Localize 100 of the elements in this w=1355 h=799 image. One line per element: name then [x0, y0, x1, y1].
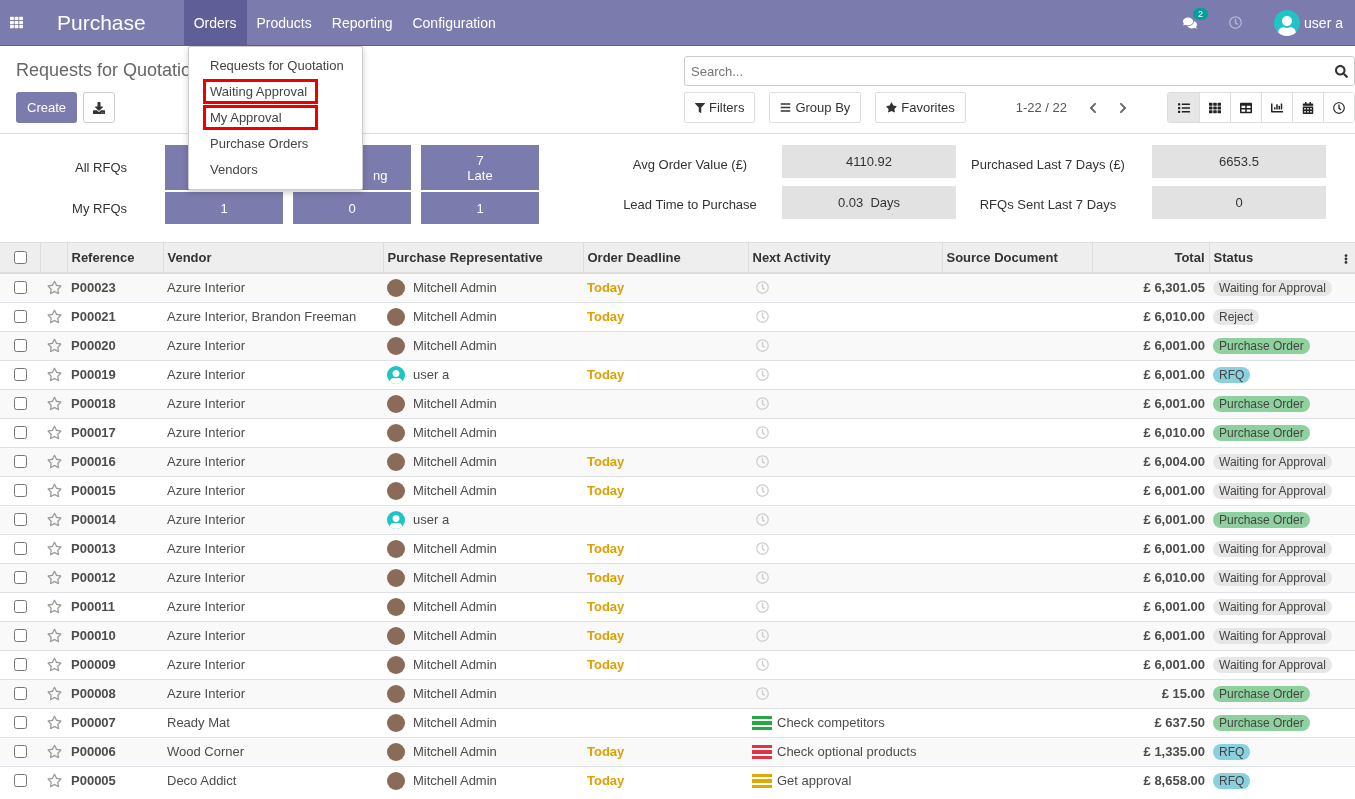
chat-icon[interactable]	[1183, 15, 1198, 30]
filters-button[interactable]: Filters	[684, 92, 756, 123]
clock-icon[interactable]	[756, 600, 769, 613]
row-checkbox[interactable]	[14, 745, 27, 758]
row-checkbox[interactable]	[14, 513, 27, 526]
star-icon[interactable]	[47, 686, 62, 701]
column-header[interactable]: Order Deadline	[583, 243, 748, 273]
clock-icon[interactable]	[756, 397, 769, 410]
row-checkbox[interactable]	[14, 571, 27, 584]
column-header[interactable]: Status	[1209, 243, 1355, 273]
dropdown-menu-item[interactable]: Waiting Approval	[203, 79, 318, 104]
stat-value: 4110.92	[782, 145, 956, 178]
dropdown-menu-item[interactable]: Vendors	[203, 157, 348, 182]
clock-icon[interactable]	[756, 542, 769, 555]
star-icon[interactable]	[47, 309, 62, 324]
row-checkbox[interactable]	[14, 716, 27, 729]
clock-icon[interactable]	[756, 658, 769, 671]
vendor-text: Ready Mat	[167, 715, 230, 730]
dropdown-menu-item[interactable]: My Approval	[203, 105, 318, 130]
row-checkbox[interactable]	[14, 629, 27, 642]
star-icon[interactable]	[47, 425, 62, 440]
rfq-count-tile[interactable]: 7 Late	[421, 145, 539, 190]
activity-text[interactable]: Get approval	[777, 773, 852, 789]
list-view-button[interactable]	[1168, 93, 1199, 122]
clock-icon[interactable]	[756, 629, 769, 642]
row-checkbox[interactable]	[14, 687, 27, 700]
tile-count: 7	[476, 152, 484, 168]
total-text: £ 6,001.00	[1143, 367, 1205, 382]
group-by-button[interactable]: Group By	[769, 92, 862, 123]
activity-text[interactable]: Check competitors	[777, 715, 885, 730]
nav-menu-item[interactable]: Products	[246, 0, 322, 45]
star-icon[interactable]	[47, 483, 62, 498]
clock-icon[interactable]	[756, 426, 769, 439]
nav-menu-item[interactable]: Reporting	[321, 0, 403, 45]
star-icon[interactable]	[47, 599, 62, 614]
activity-text[interactable]: Check optional products	[777, 744, 917, 759]
download-button[interactable]	[83, 92, 116, 123]
star-icon[interactable]	[47, 367, 62, 382]
representative-text: Mitchell Admin	[413, 715, 497, 730]
activity-view-button[interactable]	[1323, 93, 1354, 122]
nav-menu-item[interactable]: Orders	[183, 0, 247, 45]
clock-icon[interactable]	[756, 571, 769, 584]
clock-icon[interactable]	[756, 368, 769, 381]
column-header[interactable]: Vendor	[163, 243, 383, 273]
row-label: All RFQs	[74, 159, 128, 177]
row-checkbox[interactable]	[14, 542, 27, 555]
row-checkbox[interactable]	[14, 368, 27, 381]
user-avatar-icon[interactable]	[1274, 9, 1301, 36]
star-icon[interactable]	[47, 628, 62, 643]
rfq-count-tile[interactable]: 1	[421, 192, 539, 224]
row-checkbox[interactable]	[14, 426, 27, 439]
reference-text: P00013	[71, 541, 116, 556]
vendor-text: Azure Interior	[167, 483, 246, 498]
select-all-checkbox[interactable]	[14, 251, 27, 264]
rfq-count-tile[interactable]: 1	[165, 192, 283, 224]
clock-icon[interactable]	[756, 455, 769, 468]
row-checkbox[interactable]	[14, 455, 27, 468]
nav-menu-item[interactable]: Configuration	[402, 0, 506, 45]
user-name[interactable]: user a	[1304, 14, 1343, 31]
search-icon[interactable]	[1335, 65, 1348, 78]
row-checkbox[interactable]	[14, 397, 27, 410]
clock-icon[interactable]	[756, 310, 769, 323]
star-icon[interactable]	[47, 657, 62, 672]
row-checkbox[interactable]	[14, 281, 27, 295]
search-field[interactable]: Search...	[684, 56, 1355, 86]
dropdown-menu-item[interactable]: Purchase Orders	[203, 131, 348, 156]
clock-icon[interactable]	[756, 484, 769, 497]
create-button[interactable]: Create	[16, 92, 78, 123]
dropdown-menu-item[interactable]: Requests for Quotation	[203, 53, 348, 78]
clock-icon[interactable]	[1229, 16, 1243, 29]
star-icon[interactable]	[47, 570, 62, 585]
row-checkbox[interactable]	[14, 339, 27, 352]
clock-icon[interactable]	[756, 281, 769, 295]
clock-icon[interactable]	[756, 687, 769, 700]
star-icon[interactable]	[47, 512, 62, 527]
star-icon[interactable]	[47, 773, 62, 789]
star-icon[interactable]	[47, 338, 62, 353]
star-icon[interactable]	[47, 280, 62, 296]
star-icon[interactable]	[47, 715, 62, 730]
star-icon[interactable]	[47, 744, 62, 759]
row-checkbox[interactable]	[14, 658, 27, 671]
column-header[interactable]: Reference	[67, 243, 163, 273]
favorites-button[interactable]: Favorites	[875, 92, 966, 123]
row-checkbox[interactable]	[14, 600, 27, 613]
column-header[interactable]: Next Activity	[748, 243, 942, 273]
clock-icon[interactable]	[756, 339, 769, 352]
total-text: £ 6,001.00	[1143, 599, 1205, 614]
star-icon[interactable]	[47, 541, 62, 556]
column-header[interactable]: Source Document	[942, 243, 1092, 273]
row-checkbox[interactable]	[14, 310, 27, 323]
rfq-count-tile[interactable]: 0	[293, 192, 411, 224]
star-icon[interactable]	[47, 396, 62, 411]
column-header[interactable]: Purchase Representative	[383, 243, 583, 273]
star-icon[interactable]	[47, 454, 62, 469]
row-checkbox[interactable]	[14, 774, 27, 788]
apps-grid-icon[interactable]	[10, 16, 23, 29]
status-badge: Waiting for Approval	[1213, 483, 1332, 499]
column-header[interactable]: Total	[1092, 243, 1209, 273]
clock-icon[interactable]	[756, 513, 769, 526]
row-checkbox[interactable]	[14, 484, 27, 497]
